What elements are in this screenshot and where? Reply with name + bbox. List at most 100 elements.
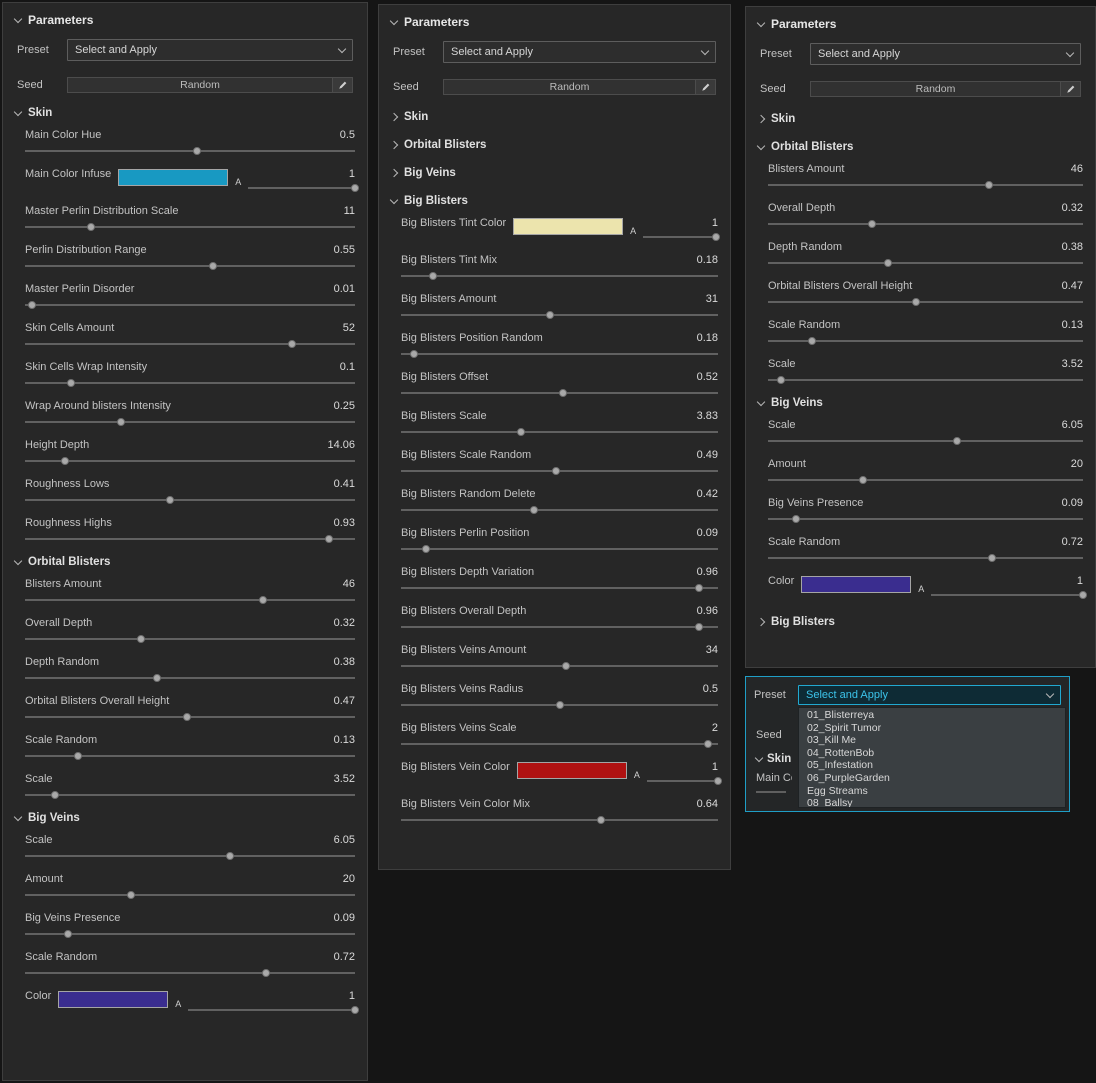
pencil-icon[interactable] — [332, 78, 352, 92]
slider[interactable] — [25, 790, 355, 800]
slider-handle[interactable] — [27, 301, 36, 309]
slider[interactable] — [25, 417, 355, 427]
slider-handle[interactable] — [409, 350, 418, 358]
slider-handle[interactable] — [552, 467, 561, 475]
slider-handle[interactable] — [258, 596, 267, 604]
slider[interactable] — [401, 427, 718, 437]
slider[interactable] — [768, 475, 1083, 485]
slider-handle[interactable] — [792, 515, 801, 523]
slider[interactable] — [646, 776, 722, 786]
slider[interactable] — [188, 1005, 359, 1015]
slider[interactable] — [25, 634, 355, 644]
slider-handle[interactable] — [987, 554, 996, 562]
slider[interactable] — [25, 300, 355, 310]
slider[interactable] — [768, 219, 1083, 229]
preset-option[interactable]: 08_Ballsy — [799, 797, 1065, 807]
slider-handle[interactable] — [288, 340, 297, 348]
section-header-big-veins[interactable]: Big Veins — [389, 167, 718, 179]
slider[interactable] — [25, 339, 355, 349]
slider-handle[interactable] — [867, 220, 876, 228]
slider-handle[interactable] — [153, 674, 161, 682]
slider[interactable] — [768, 258, 1083, 268]
slider-handle[interactable] — [517, 428, 526, 436]
slider-handle[interactable] — [558, 389, 567, 397]
slider[interactable] — [768, 375, 1083, 385]
slider[interactable] — [643, 232, 720, 242]
slider[interactable] — [25, 751, 355, 761]
slider-handle[interactable] — [60, 457, 69, 465]
slider-handle[interactable] — [428, 272, 437, 280]
slider-handle[interactable] — [351, 184, 359, 192]
slider-handle[interactable] — [136, 635, 145, 643]
section-header-big-blisters[interactable]: Big Blisters — [389, 195, 718, 207]
slider-handle[interactable] — [261, 969, 270, 977]
slider[interactable] — [25, 456, 355, 466]
slider[interactable] — [25, 378, 355, 388]
preset-select[interactable]: Select and Apply — [810, 43, 1081, 65]
slider-handle[interactable] — [209, 262, 218, 270]
slider-handle[interactable] — [858, 476, 867, 484]
slider-handle[interactable] — [182, 713, 191, 721]
slider[interactable] — [401, 815, 718, 825]
slider[interactable] — [25, 495, 355, 505]
section-header-big-blisters[interactable]: Big Blisters — [756, 616, 1083, 628]
slider-handle[interactable] — [561, 662, 570, 670]
color-swatch[interactable] — [58, 991, 169, 1008]
slider-handle[interactable] — [1079, 591, 1087, 599]
seed-random-button[interactable]: Random — [810, 81, 1081, 97]
slider[interactable] — [768, 297, 1083, 307]
slider-handle[interactable] — [530, 506, 539, 514]
section-header-skin[interactable]: Skin — [754, 753, 798, 765]
slider[interactable] — [768, 514, 1083, 524]
slider-handle[interactable] — [63, 930, 72, 938]
slider-handle[interactable] — [73, 752, 82, 760]
slider-handle[interactable] — [808, 337, 817, 345]
slider-handle[interactable] — [225, 852, 234, 860]
slider-handle[interactable] — [596, 816, 605, 824]
slider[interactable] — [25, 968, 355, 978]
slider-handle[interactable] — [545, 311, 554, 319]
slider-handle[interactable] — [694, 584, 703, 592]
slider[interactable] — [768, 180, 1083, 190]
slider[interactable] — [25, 222, 355, 232]
preset-option[interactable]: 05_Infestation — [799, 759, 1065, 772]
color-swatch[interactable] — [118, 169, 229, 186]
slider[interactable] — [25, 929, 355, 939]
slider[interactable] — [768, 553, 1083, 563]
slider-handle[interactable] — [714, 777, 722, 785]
slider[interactable] — [401, 622, 718, 632]
pencil-icon[interactable] — [1060, 82, 1080, 96]
slider[interactable] — [401, 388, 718, 398]
slider[interactable] — [25, 595, 355, 605]
slider-handle[interactable] — [50, 791, 59, 799]
slider[interactable] — [401, 583, 718, 593]
panel-header[interactable]: Parameters — [389, 15, 718, 29]
section-header-orbital-blisters[interactable]: Orbital Blisters — [13, 556, 355, 568]
slider[interactable] — [768, 436, 1083, 446]
slider[interactable] — [25, 261, 355, 271]
slider-handle[interactable] — [351, 1006, 359, 1014]
slider[interactable] — [25, 712, 355, 722]
slider[interactable] — [25, 890, 355, 900]
slider-handle[interactable] — [126, 891, 135, 899]
section-header-big-veins[interactable]: Big Veins — [13, 812, 355, 824]
slider-handle[interactable] — [912, 298, 921, 306]
slider-handle[interactable] — [166, 496, 175, 504]
slider[interactable] — [401, 700, 718, 710]
preset-select-open[interactable]: Select and Apply — [798, 685, 1061, 705]
section-header-skin[interactable]: Skin — [389, 111, 718, 123]
slider[interactable] — [25, 851, 355, 861]
slider-handle[interactable] — [192, 147, 201, 155]
section-header-orbital-blisters[interactable]: Orbital Blisters — [756, 141, 1083, 153]
slider[interactable] — [401, 661, 718, 671]
slider-handle[interactable] — [711, 233, 720, 241]
slider-handle[interactable] — [984, 181, 993, 189]
slider[interactable] — [401, 271, 718, 281]
slider-handle[interactable] — [555, 701, 564, 709]
slider[interactable] — [401, 739, 718, 749]
pencil-icon[interactable] — [695, 80, 715, 94]
seed-random-button[interactable]: Random — [443, 79, 716, 95]
slider-handle[interactable] — [324, 535, 333, 543]
color-swatch[interactable] — [513, 218, 624, 235]
preset-select[interactable]: Select and Apply — [67, 39, 353, 61]
